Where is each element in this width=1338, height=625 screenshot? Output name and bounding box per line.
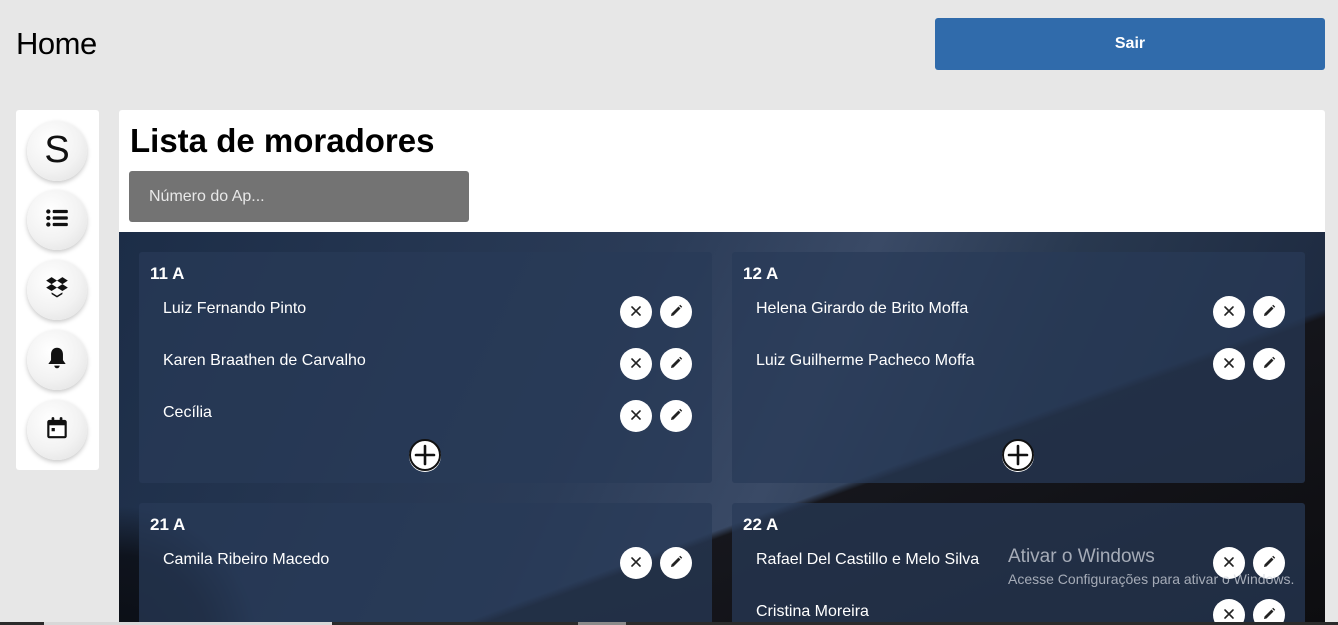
sidebar-item-calendar[interactable] xyxy=(27,400,87,460)
sidebar-item-list[interactable] xyxy=(27,190,87,250)
edit-resident-button[interactable] xyxy=(660,296,692,328)
close-icon xyxy=(628,303,644,322)
pencil-icon xyxy=(668,554,684,573)
pencil-icon xyxy=(1261,303,1277,322)
resident-row: Luiz Fernando Pinto xyxy=(139,296,712,340)
edit-resident-button[interactable] xyxy=(660,400,692,432)
resident-row: Rafael Del Castillo e Melo Silva xyxy=(732,547,1305,591)
pencil-icon xyxy=(668,303,684,322)
pencil-icon xyxy=(1261,355,1277,374)
page-title: Home xyxy=(16,26,97,61)
resident-name: Luiz Fernando Pinto xyxy=(163,300,307,317)
resident-name: Rafael Del Castillo e Melo Silva xyxy=(756,551,980,568)
pencil-icon xyxy=(668,407,684,426)
apartment-title: 12 A xyxy=(743,264,779,283)
resident-name: Cristina Moreira xyxy=(756,603,869,620)
plus-circle-icon xyxy=(409,438,441,474)
edit-resident-button[interactable] xyxy=(660,547,692,579)
apartment-card: 22 A Rafael Del Castillo e Melo Silva Cr… xyxy=(732,503,1305,625)
residents-panel: Lista de moradores xyxy=(119,110,1325,232)
avatar: S xyxy=(44,128,70,171)
apartment-card: 12 A Helena Girardo de Brito Moffa Luiz … xyxy=(732,252,1305,483)
resident-row: Luiz Guilherme Pacheco Moffa xyxy=(732,348,1305,392)
remove-resident-button[interactable] xyxy=(1213,296,1245,328)
pencil-icon xyxy=(668,355,684,374)
apartment-card: 21 A Camila Ribeiro Macedo xyxy=(139,503,712,625)
sidebar-item-profile[interactable]: S xyxy=(27,121,87,181)
resident-row: Karen Braathen de Carvalho xyxy=(139,348,712,392)
apartment-search-input[interactable] xyxy=(129,171,469,222)
resident-name: Cecília xyxy=(163,404,212,421)
close-icon xyxy=(628,554,644,573)
calendar-icon xyxy=(44,415,70,446)
sidebar-item-dropbox[interactable] xyxy=(27,260,87,320)
sidebar-item-notifications[interactable] xyxy=(27,330,87,390)
resident-name: Luiz Guilherme Pacheco Moffa xyxy=(756,352,975,369)
section-title: Lista de moradores xyxy=(130,122,435,159)
apartment-title: 22 A xyxy=(743,515,779,534)
add-resident-button[interactable] xyxy=(409,438,441,474)
resident-name: Helena Girardo de Brito Moffa xyxy=(756,300,969,317)
pencil-icon xyxy=(1261,554,1277,573)
close-icon xyxy=(1221,303,1237,322)
logout-button[interactable]: Sair xyxy=(935,18,1325,70)
bell-icon xyxy=(44,345,70,376)
remove-resident-button[interactable] xyxy=(620,547,652,579)
remove-resident-button[interactable] xyxy=(620,348,652,380)
apartment-title: 21 A xyxy=(150,515,186,534)
resident-name: Camila Ribeiro Macedo xyxy=(163,551,330,568)
close-icon xyxy=(628,407,644,426)
sidebar: S xyxy=(16,110,99,470)
remove-resident-button[interactable] xyxy=(620,400,652,432)
edit-resident-button[interactable] xyxy=(660,348,692,380)
resident-row: Helena Girardo de Brito Moffa xyxy=(732,296,1305,340)
apartment-title: 11 A xyxy=(150,264,185,283)
resident-name: Karen Braathen de Carvalho xyxy=(163,352,366,369)
list-icon xyxy=(44,205,70,236)
dropbox-icon xyxy=(44,275,70,306)
remove-resident-button[interactable] xyxy=(1213,547,1245,579)
edit-resident-button[interactable] xyxy=(1253,547,1285,579)
add-resident-button[interactable] xyxy=(1002,438,1034,474)
remove-resident-button[interactable] xyxy=(1213,348,1245,380)
apartments-grid: 11 A Luiz Fernando Pinto Karen Braathen … xyxy=(119,232,1325,625)
edit-resident-button[interactable] xyxy=(1253,296,1285,328)
edit-resident-button[interactable] xyxy=(1253,348,1285,380)
plus-circle-icon xyxy=(1002,438,1034,474)
apartment-card: 11 A Luiz Fernando Pinto Karen Braathen … xyxy=(139,252,712,483)
close-icon xyxy=(1221,554,1237,573)
close-icon xyxy=(628,355,644,374)
close-icon xyxy=(1221,355,1237,374)
remove-resident-button[interactable] xyxy=(620,296,652,328)
resident-row: Camila Ribeiro Macedo xyxy=(139,547,712,591)
